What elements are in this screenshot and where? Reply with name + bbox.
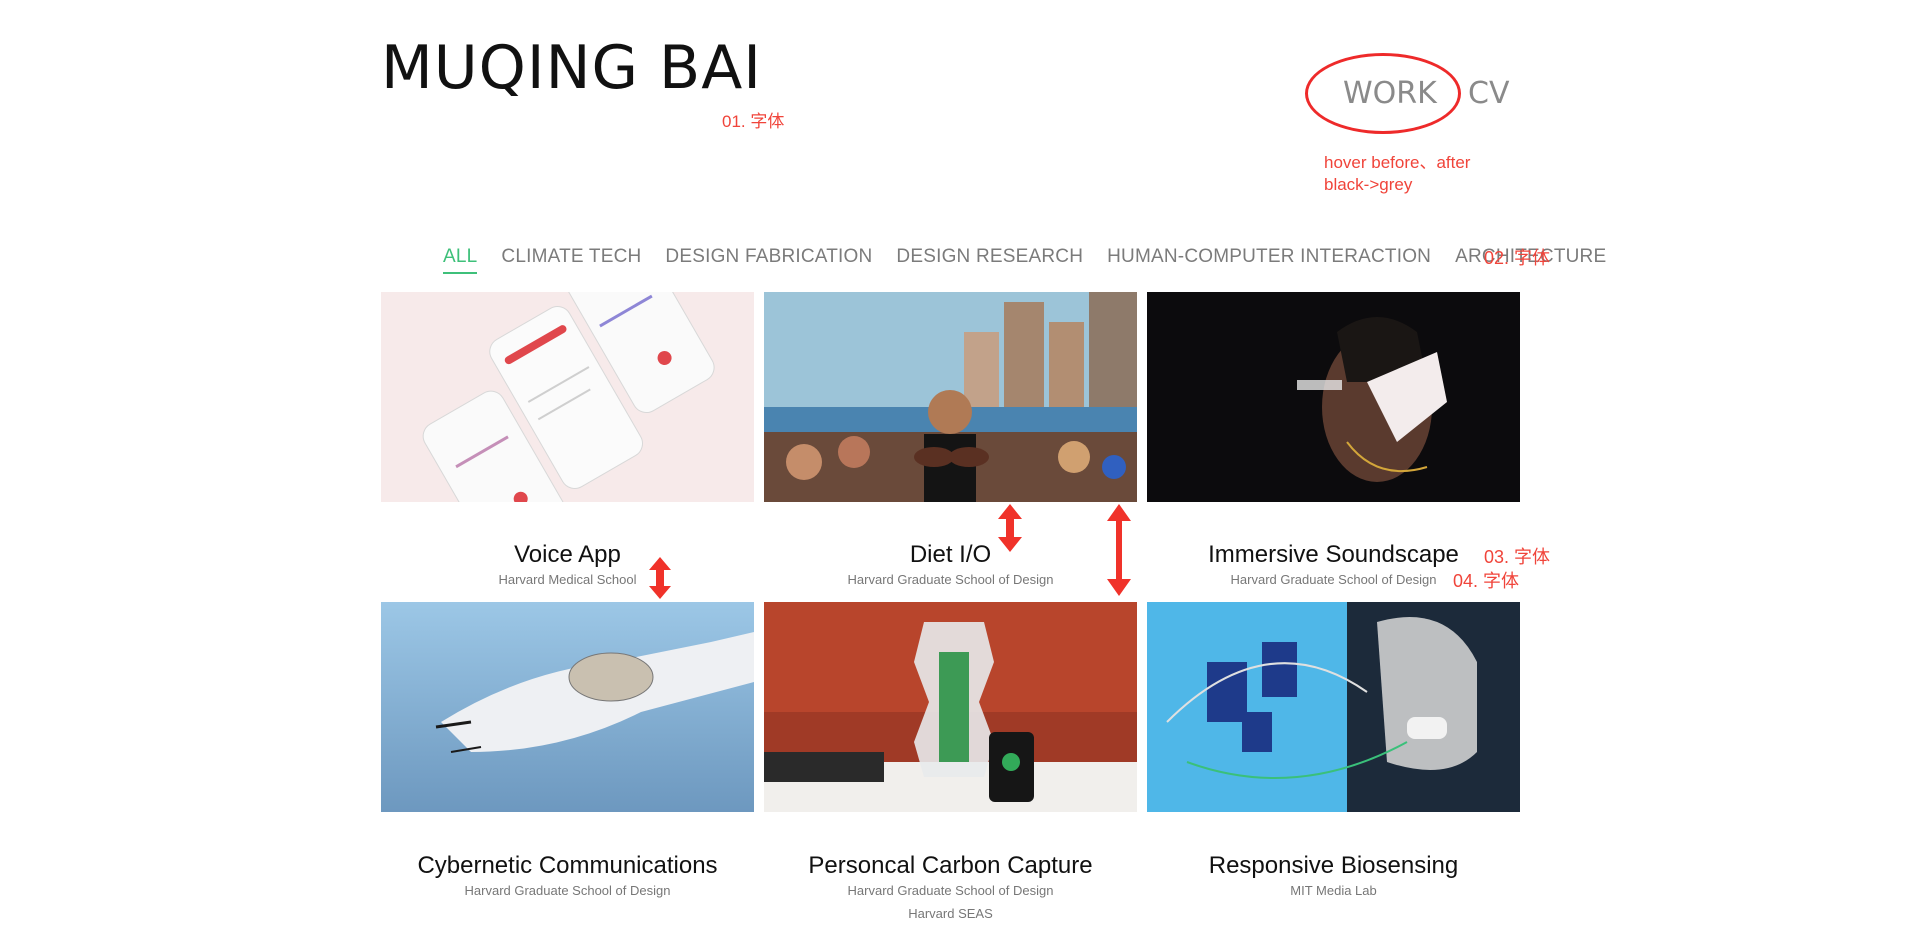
project-title-immersive-soundscape[interactable]: Immersive Soundscape (1147, 541, 1520, 569)
annotation-01: 01. 字体 (722, 112, 785, 131)
project-subtitle-cybernetic-communications: Harvard Graduate School of Design (464, 883, 671, 898)
voice-app-image (381, 292, 754, 502)
annotation-arrow-2 (998, 504, 1022, 552)
project-subtitle-extra-carbon-capture: Harvard SEAS (908, 906, 993, 921)
project-title-voice-app[interactable]: Voice App (381, 541, 754, 569)
project-thumbnail-carbon-capture[interactable] (764, 602, 1137, 812)
carbon-capture-image (764, 602, 1137, 812)
project-title-responsive-biosensing[interactable]: Responsive Biosensing (1147, 852, 1520, 880)
site-title[interactable]: MUQING BAI (381, 38, 762, 98)
project-thumbnail-cybernetic-communications[interactable] (381, 602, 754, 812)
project-subtitle-carbon-capture: Harvard Graduate School of Design (847, 883, 1054, 898)
project-thumbnail-diet-io[interactable] (764, 292, 1137, 502)
project-thumbnail-immersive-soundscape[interactable] (1147, 292, 1520, 502)
filter-design-research[interactable]: DESIGN RESEARCH (896, 246, 1083, 274)
annotation-02: 02. 字体 (1484, 248, 1551, 268)
project-subtitle-responsive-biosensing: MIT Media Lab (1290, 883, 1377, 898)
filter-all[interactable]: ALL (443, 246, 478, 274)
filter-climate-tech[interactable]: CLIMATE TECH (501, 246, 641, 274)
category-filter-bar: ALL CLIMATE TECH DESIGN FABRICATION DESI… (443, 246, 1606, 274)
filter-design-fabrication[interactable]: DESIGN FABRICATION (665, 246, 872, 274)
annotation-hover-line1: hover before、after (1324, 153, 1471, 172)
annotation-hover-note: hover before、after black->grey (1324, 152, 1470, 196)
annotation-hover-line2: black->grey (1324, 175, 1413, 195)
project-subtitle-diet-io: Harvard Graduate School of Design (847, 572, 1054, 587)
project-thumbnail-responsive-biosensing[interactable] (1147, 602, 1520, 812)
project-title-diet-io[interactable]: Diet I/O (764, 541, 1137, 569)
annotation-03: 03. 字体 (1484, 547, 1551, 567)
project-subtitle-voice-app: Harvard Medical School (498, 572, 637, 587)
immersive-soundscape-image (1147, 292, 1520, 502)
annotation-04: 04. 字体 (1453, 571, 1520, 591)
filter-human-computer-interaction[interactable]: HUMAN-COMPUTER INTERACTION (1107, 246, 1431, 274)
nav-work-link[interactable]: WORK (1343, 76, 1437, 111)
nav-cv-link[interactable]: CV (1468, 76, 1509, 111)
annotation-arrow-1 (649, 557, 671, 599)
responsive-biosensing-image (1147, 602, 1520, 812)
cybernetic-communications-image (381, 602, 754, 812)
annotation-arrow-3 (1107, 504, 1131, 596)
diet-io-image (764, 292, 1137, 502)
project-thumbnail-voice-app[interactable] (381, 292, 754, 502)
project-title-carbon-capture[interactable]: Personcal Carbon Capture (764, 852, 1137, 880)
project-title-cybernetic-communications[interactable]: Cybernetic Communications (381, 852, 754, 880)
